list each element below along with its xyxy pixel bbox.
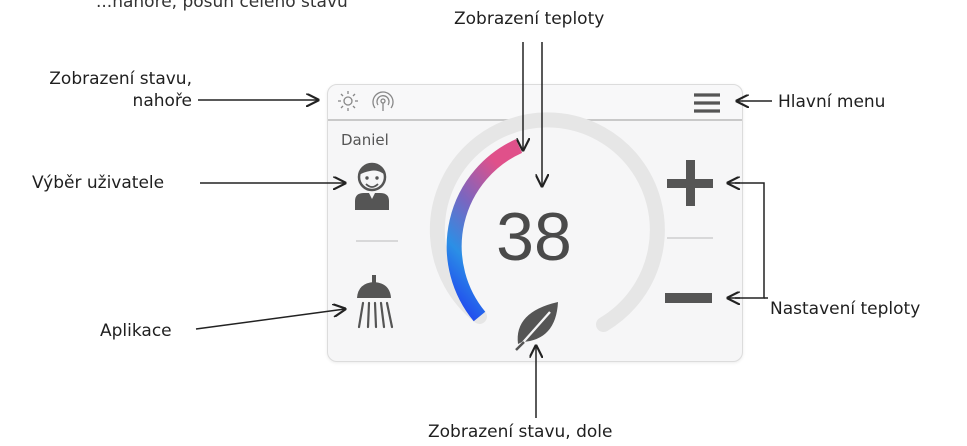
label-main-menu: Hlavní menu — [778, 92, 886, 112]
label-status-top: Zobrazení stavu, nahoře — [8, 68, 192, 112]
label-applications: Aplikace — [100, 321, 172, 341]
label-temperature-setting: Nastavení teploty — [770, 299, 921, 319]
label-temperature-display: Zobrazení teploty — [454, 9, 605, 29]
label-status-bottom: Zobrazení stavu, dole — [428, 422, 613, 442]
arrow-applications — [195, 309, 345, 330]
cut-off-label: ...nahoře, posun celého stavu — [96, 0, 348, 12]
user-name: Daniel — [341, 131, 389, 149]
label-user-selection: Výběr uživatele — [32, 173, 165, 193]
label-status-top-text: Zobrazení stavu, nahoře — [49, 69, 192, 111]
panel-header — [328, 85, 742, 121]
temperature-value: 38 — [496, 199, 572, 275]
